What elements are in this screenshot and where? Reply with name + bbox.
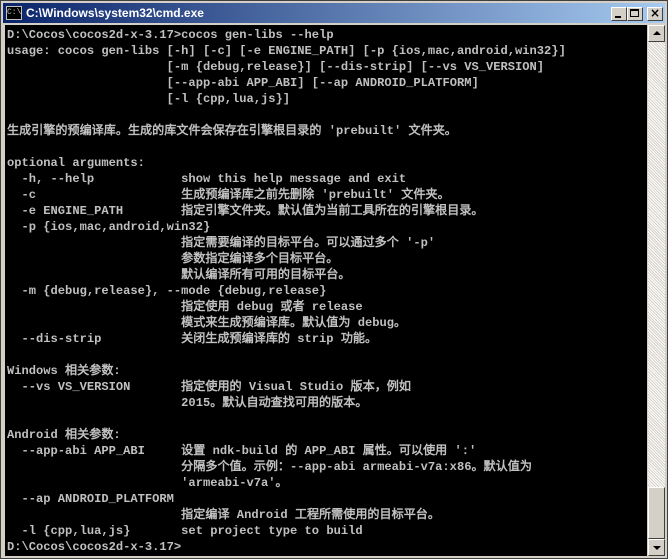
console-line: --ap ANDROID_PLATFORM [7,492,174,506]
console-line: usage: cocos gen-libs [-h] [-c] [-e ENGI… [7,44,566,58]
console-line: 指定需要编译的目标平台。可以通过多个 '-p' [7,236,436,250]
title-bar[interactable]: C:\ C:\Windows\system32\cmd.exe × [3,3,665,23]
console-line: -m {debug,release}, --mode {debug,releas… [7,284,327,298]
console-line: 2015。默认自动查找可用的版本。 [7,396,368,410]
minimize-button[interactable] [611,7,627,21]
console-line: --dis-strip 关闭生成预编译库的 strip 功能。 [7,332,378,346]
minimize-icon [615,16,621,18]
close-icon: × [649,6,661,20]
console-line: [--app-abi APP_ABI] [--ap ANDROID_PLATFO… [7,76,479,90]
cmd-window: C:\ C:\Windows\system32\cmd.exe × D:\Coc… [0,0,668,559]
console-line: -p {ios,mac,android,win32} [7,220,211,234]
console-line: -c 生成预编译库之前先删除 'prebuilt' 文件夹。 [7,188,450,202]
console-output[interactable]: D:\Cocos\cocos2d-x-3.17>cocos gen-libs -… [5,25,647,556]
console-line: D:\Cocos\cocos2d-x-3.17>cocos gen-libs -… [7,28,334,42]
arrow-up-icon [653,31,661,35]
maximize-icon [630,9,639,17]
console-line: [-l {cpp,lua,js}] [7,92,291,106]
console-line: 模式来生成预编译库。默认值为 debug。 [7,316,407,330]
maximize-button[interactable] [627,7,643,21]
window-title: C:\Windows\system32\cmd.exe [26,6,204,20]
cmd-app-icon[interactable]: C:\ [6,6,22,20]
console-line: --vs VS_VERSION 指定使用的 Visual Studio 版本，例… [7,380,411,394]
console-line: -h, --help show this help message and ex… [7,172,407,186]
console-line: optional arguments: [7,156,145,170]
console-line: 参数指定编译多个目标平台。 [7,252,339,266]
console-line: -e ENGINE_PATH 指定引擎文件夹。默认值为当前工具所在的引擎根目录。 [7,204,484,218]
console-line: D:\Cocos\cocos2d-x-3.17> [7,540,182,554]
console-line: 'armeabi-v7a'。 [7,476,288,490]
scroll-up-button[interactable] [648,25,665,42]
scroll-down-button[interactable] [648,539,665,556]
console-line: 生成引擎的预编译库。生成的库文件会保存在引擎根目录的 'prebuilt' 文件… [7,124,457,138]
console-line: 指定编译 Android 工程所需使用的目标平台。 [7,508,440,522]
vertical-scrollbar[interactable] [648,25,665,556]
console-line: Android 相关参数: [7,428,121,442]
arrow-down-icon [653,546,661,550]
console-line: Windows 相关参数: [7,364,121,378]
console-line: 默认编译所有可用的目标平台。 [7,268,351,282]
console-line: -l {cpp,lua,js} set project type to buil… [7,524,363,538]
console-line: 指定使用 debug 或者 release [7,300,363,314]
console-line: --app-abi APP_ABI 设置 ndk-build 的 APP_ABI… [7,444,477,458]
console-line: [-m {debug,release}] [--dis-strip] [--vs… [7,60,545,74]
close-button[interactable]: × [647,6,663,21]
scroll-thumb[interactable] [648,487,665,539]
console-line: 分隔多个值。示例：--app-abi armeabi-v7a:x86。默认值为 [7,460,532,474]
